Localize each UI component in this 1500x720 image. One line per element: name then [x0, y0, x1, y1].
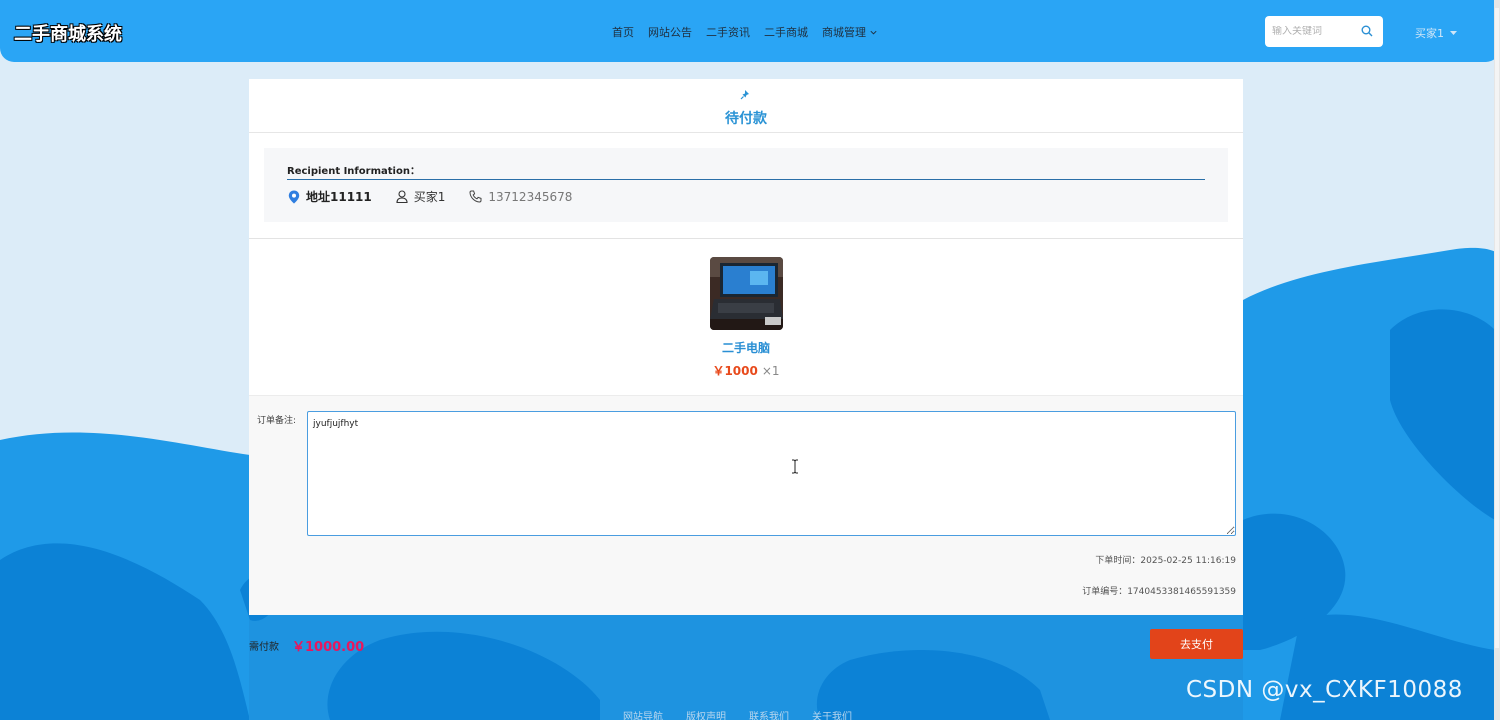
user-name: 买家1: [1415, 27, 1444, 40]
site-brand[interactable]: 二手商城系统: [14, 20, 122, 46]
order-details: 订单备注: 下单时间：2025-02-25 11:16:19 订单编号：1740…: [249, 395, 1243, 615]
nav-news-label: 二手资讯: [706, 26, 750, 39]
order-time: 下单时间：2025-02-25 11:16:19: [1095, 556, 1236, 566]
divider: [249, 238, 1243, 239]
order-status-header: 待付款: [249, 79, 1243, 133]
recipient-label: Recipient Information：: [287, 166, 420, 177]
watermark: CSDN @vx_CXKF10088: [1186, 677, 1463, 703]
phone-icon: [469, 190, 482, 203]
nav-home[interactable]: 首页: [612, 24, 634, 40]
order-number: 订单编号：1740453381465591359: [1082, 587, 1236, 597]
nav-mall-management-label: 商城管理: [822, 26, 866, 39]
amount-due: ￥1000.00: [292, 640, 365, 655]
product-quantity: ×1: [761, 364, 780, 378]
footer-link-contact[interactable]: 联系我们: [749, 708, 789, 720]
recipient-row: 地址11111 买家1 13712345678: [288, 188, 596, 205]
nav-news[interactable]: 二手资讯: [706, 24, 750, 40]
user-menu[interactable]: 买家1: [1415, 25, 1457, 41]
main-nav: 首页 网站公告 二手资讯 二手商城 商城管理: [612, 24, 878, 40]
footer-link-about[interactable]: 关于我们: [812, 708, 852, 720]
recipient-address: 地址11111: [288, 188, 372, 205]
recipient-phone: 13712345678: [469, 190, 572, 204]
chevron-down-icon: [870, 30, 877, 34]
user-icon: [396, 190, 408, 203]
address-text: 地址11111: [306, 190, 372, 204]
nav-mall[interactable]: 二手商城: [764, 24, 808, 40]
laptop-photo: [709, 257, 783, 330]
scrollbar[interactable]: [1494, 0, 1500, 720]
recipient-name: 买家1: [396, 188, 446, 205]
search-box: [1265, 16, 1383, 47]
location-pin-icon: [288, 190, 300, 203]
text-cursor-icon: [792, 459, 798, 474]
name-text: 买家1: [413, 190, 446, 204]
search-icon[interactable]: [1361, 25, 1373, 37]
amount-due-label: 需付款: [249, 642, 279, 653]
nav-mall-label: 二手商城: [764, 26, 808, 39]
nav-announcements-label: 网站公告: [648, 26, 692, 39]
product-name[interactable]: 二手电脑: [249, 339, 1243, 356]
nav-announcements[interactable]: 网站公告: [648, 24, 692, 40]
nav-mall-management[interactable]: 商城管理: [822, 24, 878, 40]
nav-home-label: 首页: [612, 26, 634, 39]
note-label: 订单备注:: [257, 416, 297, 426]
product-item: 二手电脑 ￥1000 ×1: [249, 257, 1243, 379]
product-image[interactable]: [709, 257, 783, 330]
product-price: ￥1000: [712, 364, 758, 378]
footer-links: 网站导航 版权声明 联系我们 关于我们: [623, 708, 852, 720]
footer-link-copyright[interactable]: 版权声明: [686, 708, 726, 720]
scrollbar-thumb[interactable]: [1495, 8, 1499, 648]
pay-button[interactable]: 去支付: [1150, 629, 1243, 659]
order-card: 待付款 Recipient Information： 地址11111 买家1 1…: [249, 79, 1243, 615]
search-input[interactable]: [1272, 26, 1358, 37]
pushpin-icon: [740, 90, 749, 100]
order-note-textarea[interactable]: [307, 411, 1236, 536]
top-header: 二手商城系统 首页 网站公告 二手资讯 二手商城 商城管理 买家1: [0, 0, 1500, 62]
phone-text: 13712345678: [488, 189, 573, 204]
order-status: 待付款: [725, 111, 767, 127]
product-price-row: ￥1000 ×1: [249, 362, 1243, 379]
footer-link-sitemap[interactable]: 网站导航: [623, 708, 663, 720]
divider: [287, 179, 1205, 180]
recipient-info: Recipient Information： 地址11111 买家1 13712…: [264, 148, 1228, 222]
caret-down-icon: [1450, 30, 1457, 35]
